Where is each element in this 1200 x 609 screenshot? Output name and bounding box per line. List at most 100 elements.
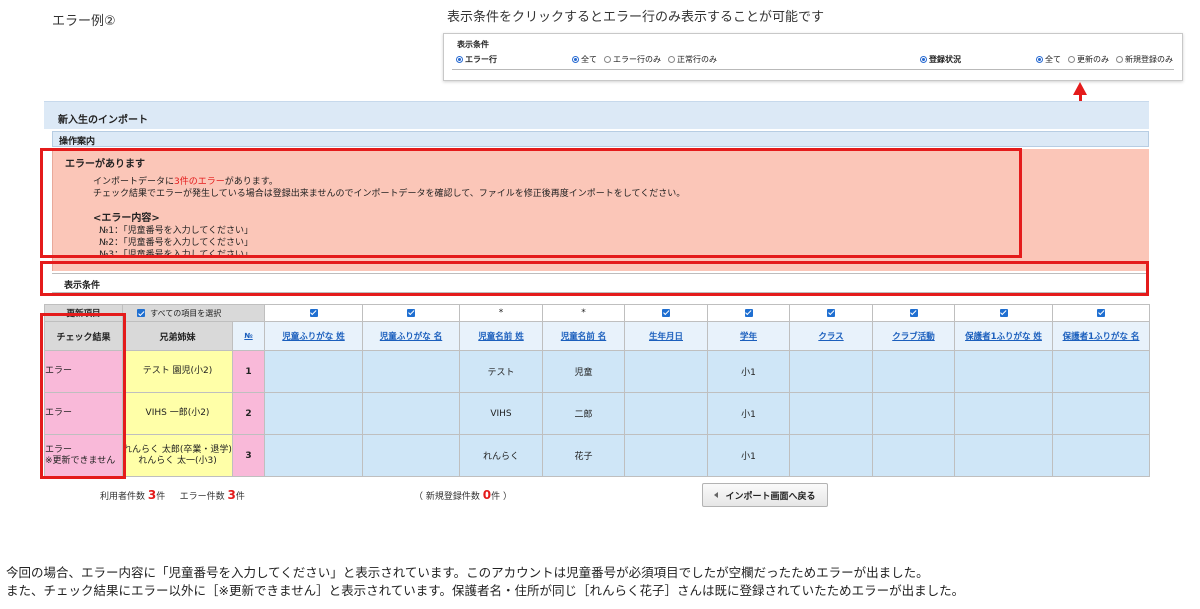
back-to-import-button[interactable]: インポート画面へ戻る [702, 483, 828, 507]
checkbox-icon[interactable] [744, 308, 753, 317]
radio-icon [1068, 55, 1075, 63]
required-mark: * [459, 304, 543, 322]
col-header[interactable]: 学年 [707, 321, 790, 351]
col-header[interactable]: クラス [789, 321, 873, 351]
update-check[interactable] [789, 304, 873, 322]
sibling-cell: テスト 園児(小2) [122, 350, 233, 393]
sort-link[interactable]: 児童名前 姓 [478, 332, 523, 342]
error-row-label: エラー行 [465, 54, 497, 64]
radio-icon [1116, 55, 1123, 63]
data-cell: テスト [459, 350, 543, 393]
error-row-filter: エラー行 [456, 53, 497, 65]
col-header[interactable]: 保護者1ふりがな 名 [1052, 321, 1150, 351]
data-cell [872, 392, 955, 435]
explanation-line: また、チェック結果にエラー以外に［※更新できません］と表示されています。保護者名… [6, 583, 965, 598]
update-check[interactable] [954, 304, 1053, 322]
update-check[interactable] [1052, 304, 1150, 322]
error-count-value: 3 [227, 488, 236, 502]
table-row: エラー ※更新できません れんらく 太郎(卒業・退学) れんらく 太一(小3) … [44, 434, 1150, 477]
checkbox-icon[interactable] [407, 308, 415, 317]
update-check[interactable] [872, 304, 955, 322]
sort-link[interactable]: № [244, 332, 252, 340]
radio-icon [920, 55, 927, 63]
import-table: 更新項目 すべての項目を選択 * * チェック結果 兄弟姉妹 № 児童ふりがな … [44, 304, 1150, 477]
table-row: エラー テスト 園児(小2) 1 テスト 児童 小1 [44, 350, 1150, 393]
back-button-label: インポート画面へ戻る [725, 491, 816, 502]
explanation-line: 今回の場合、エラー内容に「児童番号を入力してください」と表示されています。このア… [6, 565, 929, 580]
data-cell [789, 434, 873, 477]
checkbox-icon[interactable] [137, 309, 145, 317]
data-cell [1052, 434, 1150, 477]
users-count-unit: 件 [156, 492, 166, 502]
guide-header[interactable]: 操作案内 [52, 131, 1149, 147]
update-check[interactable] [707, 304, 790, 322]
col-header[interactable]: 児童ふりがな 名 [362, 321, 460, 351]
checkbox-icon[interactable] [999, 308, 1008, 317]
select-all-items[interactable]: すべての項目を選択 [122, 304, 265, 322]
sort-link[interactable]: 児童名前 名 [561, 332, 606, 342]
error-row-options: 全て エラー行のみ 正常行のみ [572, 53, 724, 65]
error-option-all[interactable]: 全て [572, 54, 597, 65]
data-cell: れんらく [459, 434, 543, 477]
chevron-left-icon [714, 492, 719, 498]
highlight-condition-box [40, 261, 1149, 296]
radio-icon [604, 55, 611, 63]
reg-status-label: 登録状況 [929, 54, 961, 64]
col-header[interactable]: クラブ活動 [872, 321, 955, 351]
sort-link[interactable]: クラブ活動 [892, 332, 935, 342]
data-cell [264, 392, 363, 435]
sort-link[interactable]: 保護者1ふりがな 姓 [965, 332, 1042, 342]
footer-counts: 利用者件数 3件 エラー件数 3件 [100, 488, 245, 502]
checkbox-icon[interactable] [909, 308, 918, 317]
sibling-cell: VIHS 一郎(小2) [122, 392, 233, 435]
sort-link[interactable]: 児童ふりがな 名 [380, 332, 442, 342]
data-cell [1052, 350, 1150, 393]
users-count-label: 利用者件数 [100, 492, 146, 502]
checkbox-icon[interactable] [309, 308, 318, 317]
error-count-unit: 件 [235, 492, 245, 502]
reg-option-all[interactable]: 全て [1036, 54, 1061, 65]
update-check[interactable] [264, 304, 363, 322]
option-label: 新規登録のみ [1125, 54, 1173, 64]
data-cell: 児童 [542, 350, 625, 393]
highlight-check-column-box [40, 313, 126, 479]
update-check[interactable] [624, 304, 708, 322]
divider [452, 69, 1174, 70]
reg-option-new-only[interactable]: 新規登録のみ [1116, 54, 1173, 65]
col-header[interactable]: 児童名前 名 [542, 321, 625, 351]
sort-link[interactable]: 生年月日 [649, 332, 683, 342]
data-cell [362, 434, 460, 477]
data-cell [872, 434, 955, 477]
error-option-normal-only[interactable]: 正常行のみ [668, 54, 717, 65]
checkbox-icon[interactable] [662, 308, 670, 317]
data-cell [624, 350, 708, 393]
error-row-label-wrap: エラー行 [456, 54, 497, 65]
sort-link[interactable]: 学年 [740, 332, 757, 342]
reg-option-update-only[interactable]: 更新のみ [1068, 54, 1109, 65]
option-label: 更新のみ [1077, 54, 1109, 64]
data-cell: 小1 [707, 434, 790, 477]
col-header[interactable]: 生年月日 [624, 321, 708, 351]
sort-link[interactable]: 保護者1ふりがな 名 [1063, 332, 1140, 342]
col-siblings: 兄弟姉妹 [122, 321, 233, 351]
data-cell [624, 434, 708, 477]
sort-link[interactable]: 児童ふりがな 姓 [282, 332, 344, 342]
radio-selected-icon [572, 55, 579, 63]
data-cell: 花子 [542, 434, 625, 477]
data-cell: 小1 [707, 350, 790, 393]
option-label: 全て [581, 54, 597, 64]
header-row: チェック結果 兄弟姉妹 № 児童ふりがな 姓 児童ふりがな 名 児童名前 姓 児… [44, 321, 1150, 351]
sort-link[interactable]: クラス [818, 332, 843, 342]
data-cell [264, 434, 363, 477]
data-cell [362, 350, 460, 393]
col-header[interactable]: 児童ふりがな 姓 [264, 321, 363, 351]
error-option-errors-only[interactable]: エラー行のみ [604, 54, 661, 65]
reg-status-options: 全て 更新のみ 新規登録のみ [1036, 53, 1180, 65]
col-header[interactable]: 児童名前 姓 [459, 321, 543, 351]
update-check[interactable] [362, 304, 460, 322]
checkbox-icon[interactable] [1097, 308, 1105, 317]
col-number[interactable]: № [232, 321, 265, 351]
new-count-value: 0 [482, 488, 492, 502]
checkbox-icon[interactable] [827, 308, 835, 317]
col-header[interactable]: 保護者1ふりがな 姓 [954, 321, 1053, 351]
